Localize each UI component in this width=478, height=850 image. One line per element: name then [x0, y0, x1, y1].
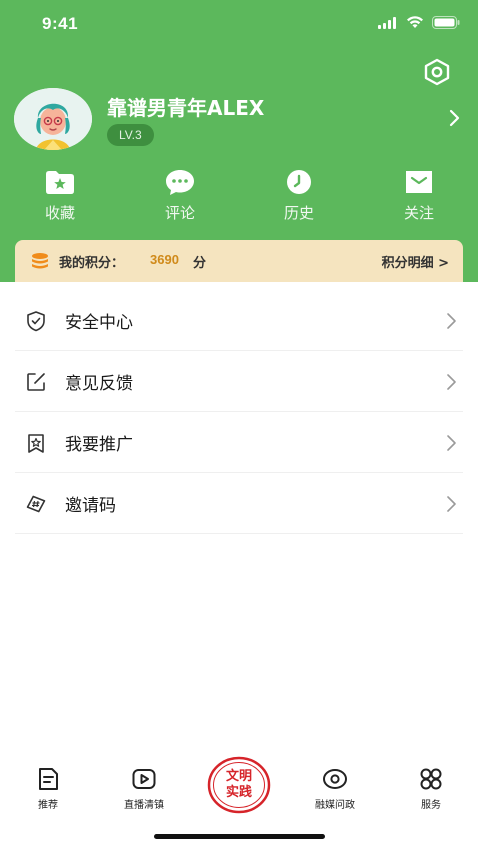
menu-item-promote[interactable]: 我要推广	[15, 412, 463, 473]
status-time: 9:41	[42, 14, 79, 33]
settings-menu: 安全中心 意见反馈 我要推广 邀请码	[15, 290, 463, 534]
menu-item-label: 安全中心	[65, 313, 133, 333]
services-grid-icon	[420, 768, 442, 790]
points-bar[interactable]: 我的积分： 3690 分 积分明细 >	[15, 240, 463, 282]
points-value: 3690	[150, 252, 179, 267]
status-indicators	[378, 16, 460, 29]
menu-item-label: 意见反馈	[65, 374, 133, 394]
favorites-folder-icon	[46, 171, 74, 194]
live-play-icon	[132, 769, 156, 789]
eye-icon	[323, 769, 347, 789]
nav-label: 推荐	[38, 800, 58, 811]
avatar-illustration	[14, 88, 92, 150]
comment-bubble-icon	[166, 170, 194, 195]
points-unit: 分	[193, 256, 207, 271]
invite-code-icon	[26, 495, 46, 513]
signal-icon	[378, 16, 396, 29]
nav-recommend[interactable]: 推荐	[3, 766, 93, 811]
menu-item-label: 邀请码	[65, 496, 116, 516]
level-badge: LV.3	[107, 124, 154, 146]
battery-icon	[432, 16, 460, 29]
chevron-right-icon	[447, 374, 456, 390]
menu-item-security-center[interactable]: 安全中心	[15, 290, 463, 351]
nav-media-politics[interactable]: 融媒问政	[290, 766, 380, 811]
home-indicator[interactable]	[154, 834, 325, 839]
chevron-right-icon	[447, 496, 456, 512]
shortcut-label: 收藏	[44, 204, 75, 222]
shortcut-comments[interactable]: 评论	[140, 168, 220, 228]
shortcut-label: 评论	[164, 204, 195, 222]
promote-star-icon	[28, 434, 44, 453]
coins-icon	[32, 253, 48, 269]
shield-check-icon	[27, 311, 45, 332]
civilization-practice-stamp-icon[interactable]: 文明实践	[207, 756, 271, 814]
profile-card[interactable]: 靠谱男青年ALEX LV.3	[14, 88, 474, 152]
chevron-right-icon[interactable]	[446, 106, 462, 130]
follow-envelope-icon	[406, 171, 432, 193]
history-clock-icon	[287, 170, 311, 194]
menu-item-label: 我要推广	[65, 435, 133, 455]
shortcut-label: 历史	[283, 204, 314, 222]
avatar[interactable]	[14, 88, 92, 150]
bottom-nav: 推荐 直播清镇 文明实践 融媒问政 服务	[0, 752, 478, 822]
shortcut-following[interactable]: 关注	[379, 168, 459, 228]
profile-header: 9:41 靠谱男青年ALEX LV.3 收藏 评论 历史 关注 我的积分： 36…	[0, 0, 478, 282]
shortcut-history[interactable]: 历史	[259, 168, 339, 228]
nav-services[interactable]: 服务	[386, 766, 476, 811]
shortcut-label: 关注	[403, 204, 434, 222]
nav-label: 直播清镇	[124, 800, 164, 811]
settings-icon[interactable]	[420, 56, 454, 88]
wifi-icon	[407, 16, 423, 28]
menu-item-invite-code[interactable]: 邀请码	[15, 473, 463, 534]
nav-label: 融媒问政	[315, 800, 355, 811]
points-detail-link[interactable]: 积分明细 >	[382, 252, 449, 271]
chevron-right-icon	[447, 435, 456, 451]
shortcut-row: 收藏 评论 历史 关注	[0, 168, 478, 228]
nav-label: 服务	[421, 800, 441, 811]
shortcut-favorites[interactable]: 收藏	[20, 168, 100, 228]
menu-item-feedback[interactable]: 意见反馈	[15, 351, 463, 412]
username: 靠谱男青年ALEX	[107, 96, 265, 120]
feedback-edit-icon	[27, 373, 45, 391]
recommend-doc-icon	[39, 768, 58, 790]
chevron-right-icon	[447, 313, 456, 329]
points-label: 我的积分：	[59, 256, 125, 271]
profile-page: 9:41 靠谱男青年ALEX LV.3 收藏 评论 历史 关注 我的积分： 36…	[0, 0, 478, 850]
nav-live[interactable]: 直播清镇	[99, 766, 189, 811]
status-bar: 9:41	[0, 0, 478, 50]
